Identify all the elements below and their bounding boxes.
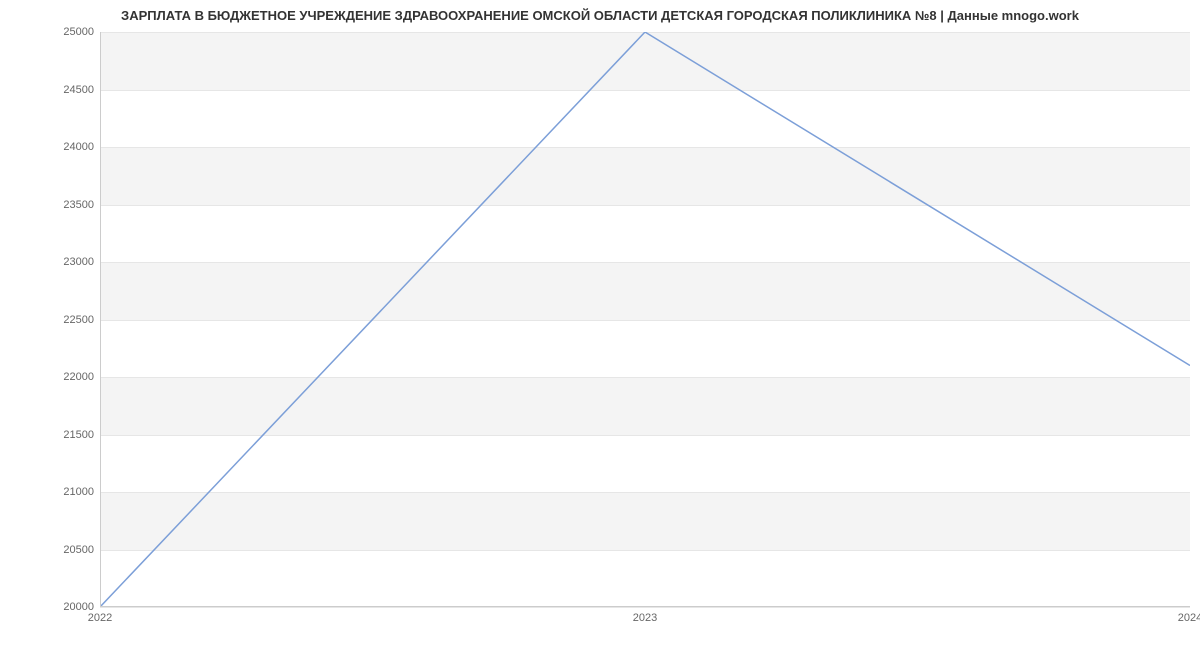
y-tick-label: 24500: [34, 84, 94, 96]
chart-container: ЗАРПЛАТА В БЮДЖЕТНОЕ УЧРЕЖДЕНИЕ ЗДРАВООХ…: [0, 0, 1200, 650]
x-tick-label: 2023: [633, 612, 657, 624]
x-tick-label: 2022: [88, 612, 112, 624]
y-tick-label: 20500: [34, 544, 94, 556]
gridline: [100, 607, 1190, 608]
chart-title: ЗАРПЛАТА В БЮДЖЕТНОЕ УЧРЕЖДЕНИЕ ЗДРАВООХ…: [0, 8, 1200, 23]
y-tick-label: 22000: [34, 371, 94, 383]
y-tick-label: 20000: [34, 601, 94, 613]
y-tick-label: 24000: [34, 141, 94, 153]
y-axis-line: [100, 32, 101, 607]
x-tick-label: 2024: [1178, 612, 1200, 624]
x-axis-line: [100, 606, 1190, 607]
y-tick-label: 22500: [34, 314, 94, 326]
line-series: [100, 32, 1190, 607]
plot-area: [100, 32, 1190, 607]
y-tick-label: 25000: [34, 26, 94, 38]
y-tick-label: 21000: [34, 486, 94, 498]
y-tick-label: 21500: [34, 429, 94, 441]
y-tick-label: 23500: [34, 199, 94, 211]
y-tick-label: 23000: [34, 256, 94, 268]
